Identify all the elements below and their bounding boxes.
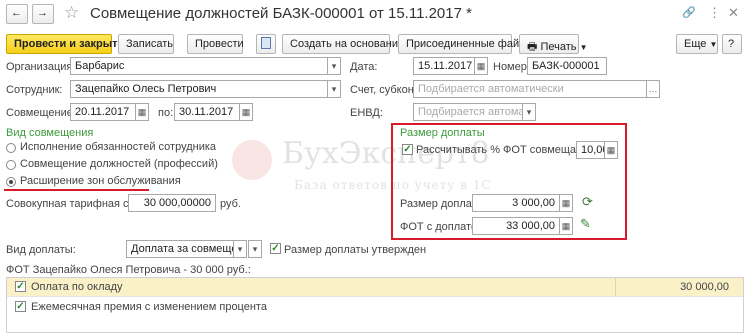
radio-option-label: Исполнение обязанностей сотрудника: [20, 141, 217, 153]
journal-icon-button[interactable]: [256, 34, 276, 54]
combine-from-field[interactable]: 20.11.2017: [70, 103, 136, 121]
combine-to-field[interactable]: 30.11.2017: [174, 103, 240, 121]
payment-kind-label: Вид доплаты:: [6, 244, 76, 256]
dropdown-arrow-icon: ▼: [709, 40, 718, 49]
print-button[interactable]: 🖶 Печать ▼: [519, 34, 587, 54]
row-amount: 30 000,00: [680, 281, 729, 293]
surcharge-approved-checkbox[interactable]: ✓: [270, 243, 281, 254]
account-field[interactable]: Подбирается автоматически: [413, 80, 647, 98]
employee-label: Сотрудник:: [6, 84, 63, 96]
envd-dropdown-icon[interactable]: ▾: [522, 103, 536, 121]
payment-kind-dropdown-icon[interactable]: ▾: [233, 240, 247, 258]
fot-table: ✓ Оплата по окладу 30 000,00 ✓ Ежемесячн…: [6, 277, 744, 333]
row-name: Ежемесячная премия с изменением процента: [31, 301, 267, 313]
number-label: Номер:: [493, 61, 530, 73]
table-row[interactable]: ✓ Ежемесячная премия с изменением процен…: [7, 298, 743, 317]
link-icon[interactable]: 🔗: [682, 6, 696, 19]
row-name: Оплата по окладу: [31, 281, 123, 293]
number-field[interactable]: БАЗК-000001: [527, 57, 607, 75]
save-button[interactable]: Записать: [118, 34, 174, 54]
organization-field[interactable]: Барбарис: [70, 57, 328, 75]
date-field[interactable]: 15.11.2017: [413, 57, 475, 75]
combine-to-label: по:: [158, 107, 174, 119]
refresh-icon[interactable]: ⟳: [582, 194, 593, 210]
radio-button[interactable]: [6, 143, 16, 153]
organization-open-icon[interactable]: ▾: [327, 57, 341, 75]
back-button[interactable]: ←: [6, 4, 28, 24]
favorite-star-icon[interactable]: ☆: [64, 3, 79, 23]
printer-icon: 🖶: [527, 41, 538, 53]
highlight-underline: [4, 189, 149, 191]
row-checkbox[interactable]: ✓: [15, 281, 26, 292]
combination-kind-title: Вид совмещения: [6, 127, 94, 139]
calendar-icon[interactable]: ▦: [239, 103, 253, 121]
calendar-icon[interactable]: ▦: [474, 57, 488, 75]
surcharge-amount-field[interactable]: 3 000,00: [472, 194, 560, 212]
post-button[interactable]: Провести: [187, 34, 244, 54]
more-vert-icon[interactable]: ⋮: [708, 5, 721, 21]
employee-field[interactable]: Зацепайко Олесь Петрович: [70, 80, 328, 98]
forward-button[interactable]: →: [32, 4, 54, 24]
calculator-icon[interactable]: ▦: [604, 141, 618, 159]
radio-option-label: Расширение зон обслуживания: [20, 175, 181, 187]
row-checkbox[interactable]: ✓: [15, 301, 26, 312]
fot-header: ФОТ Зацепайко Олеся Петровича - 30 000 р…: [6, 264, 251, 276]
surcharge-title: Размер доплаты: [400, 127, 485, 139]
surcharge-approved-label: Размер доплаты утвержден: [284, 244, 427, 256]
table-row[interactable]: ✓ Оплата по окладу 30 000,00: [7, 278, 743, 297]
help-button[interactable]: ?: [722, 34, 742, 54]
calculator-icon[interactable]: ▦: [559, 194, 573, 212]
tariff-unit: руб.: [220, 198, 241, 210]
journal-icon: [261, 37, 271, 49]
organization-label: Организация:: [6, 61, 76, 73]
envd-field[interactable]: Подбирается автомати...: [413, 103, 523, 121]
create-based-on-button[interactable]: Создать на основании ▼: [282, 34, 415, 54]
envd-label: ЕНВД:: [350, 107, 383, 119]
employee-open-icon[interactable]: ▾: [327, 80, 341, 98]
payment-kind-field[interactable]: Доплата за совмещение д: [126, 240, 234, 258]
radio-option-label: Совмещение должностей (профессий): [20, 158, 218, 170]
calc-percent-checkbox[interactable]: ✓: [402, 144, 413, 155]
radio-button[interactable]: [6, 160, 16, 170]
calculator-icon[interactable]: ▦: [559, 217, 573, 235]
window-title: Совмещение должностей БАЗК-000001 от 15.…: [90, 5, 472, 22]
calendar-icon[interactable]: ▦: [135, 103, 149, 121]
more-menu-button[interactable]: Еще ▼: [676, 34, 718, 54]
tariff-rate-field[interactable]: 30 000,00000: [128, 194, 216, 212]
radio-button-selected[interactable]: [6, 177, 16, 187]
date-label: Дата:: [350, 61, 378, 73]
dropdown-arrow-icon: ▼: [579, 43, 588, 52]
pencil-icon[interactable]: ✎: [580, 216, 591, 232]
percent-field[interactable]: 10,00: [576, 141, 606, 159]
payment-kind-open-icon[interactable]: ▾: [248, 240, 262, 258]
account-select-icon[interactable]: …: [646, 80, 660, 98]
post-and-close-button[interactable]: Провести и закрыть: [6, 34, 124, 54]
close-icon[interactable]: ✕: [728, 5, 739, 21]
attached-files-button[interactable]: Присоединенные файлы: [398, 34, 533, 54]
watermark-logo-icon: [232, 140, 272, 180]
fot-with-surcharge-field[interactable]: 33 000,00: [472, 217, 560, 235]
